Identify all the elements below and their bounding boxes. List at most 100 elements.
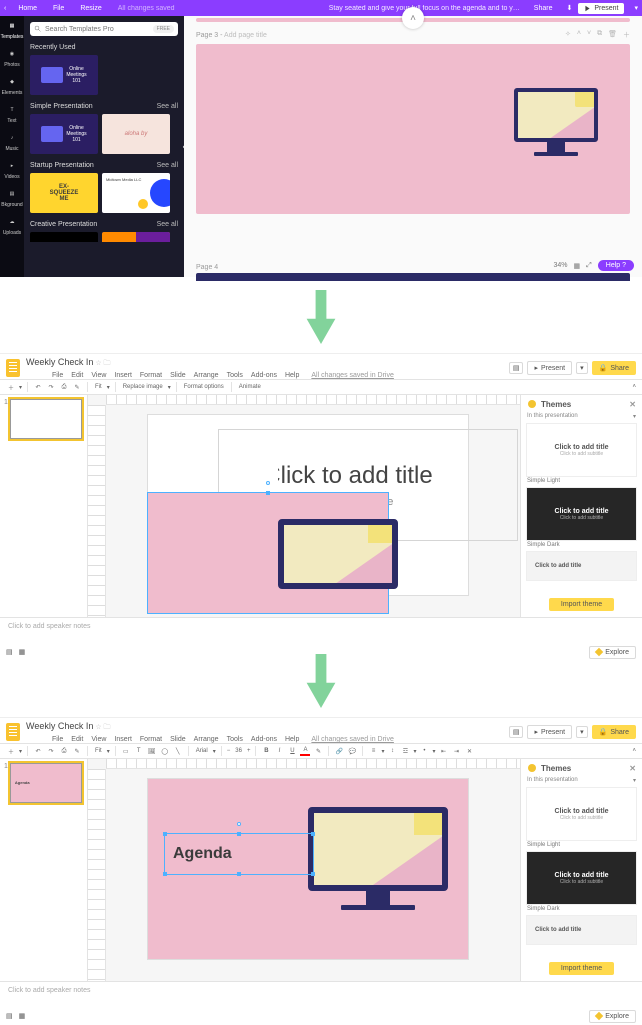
add-page-icon[interactable]: ＋ bbox=[623, 30, 630, 40]
nav-file[interactable]: File bbox=[53, 5, 64, 12]
theme-simple-dark[interactable]: Click to add titleClick to add subtitle bbox=[527, 488, 636, 540]
fullscreen-icon[interactable]: ⤢ bbox=[586, 262, 592, 270]
menu-insert[interactable]: Insert bbox=[114, 372, 132, 379]
new-slide-icon[interactable]: ＋ bbox=[6, 382, 16, 392]
template-squeeze[interactable]: EX- SQUEEZE ME bbox=[30, 173, 98, 213]
menu-tools[interactable]: Tools bbox=[227, 372, 243, 379]
view-filmstrip-icon[interactable]: ▤ bbox=[6, 648, 13, 656]
replace-image[interactable]: Replace image bbox=[121, 384, 165, 390]
menu-format[interactable]: Format bbox=[140, 736, 162, 743]
thumbnail-1[interactable] bbox=[10, 399, 82, 439]
rail-elements[interactable]: ◆Elements bbox=[2, 76, 23, 96]
slide-canvas[interactable]: Agenda bbox=[148, 779, 468, 959]
rail-text[interactable]: TText bbox=[6, 104, 18, 124]
star-icon[interactable]: ☆ bbox=[95, 360, 101, 367]
share-button[interactable]: 🔒 Share bbox=[592, 361, 636, 375]
slide-canvas[interactable]: Click to add title Click to add subtitle bbox=[148, 415, 468, 595]
shape-icon[interactable]: ◯ bbox=[160, 746, 170, 756]
thumbnail-1[interactable]: Agenda bbox=[10, 763, 82, 803]
rail-bkground[interactable]: ▤Bkground bbox=[1, 188, 22, 208]
font-size[interactable]: 36 bbox=[233, 748, 244, 754]
template-blush[interactable]: aloha by bbox=[102, 114, 170, 154]
dedent-icon[interactable]: ⇤ bbox=[439, 746, 449, 756]
see-all-simple[interactable]: See all bbox=[157, 103, 178, 110]
chevron-down-icon[interactable]: ▾ bbox=[633, 777, 636, 784]
see-all-creative[interactable]: See all bbox=[157, 221, 178, 228]
template-online-meetings[interactable]: Online Meetings 101 bbox=[30, 55, 98, 95]
menu-addons[interactable]: Add-ons bbox=[251, 372, 277, 379]
present-button[interactable]: ▸ Present bbox=[527, 725, 572, 739]
menu-slide[interactable]: Slide bbox=[170, 736, 186, 743]
share-button[interactable]: Share bbox=[526, 3, 561, 14]
rail-templates[interactable]: ▦Templates bbox=[1, 20, 24, 40]
print-icon[interactable]: ⎙ bbox=[59, 382, 69, 392]
toolbar-collapse-icon[interactable]: ˄ bbox=[632, 384, 636, 390]
menu-file[interactable]: File bbox=[52, 736, 63, 743]
clear-icon[interactable]: ✕ bbox=[465, 746, 475, 756]
underline-icon[interactable]: U bbox=[287, 746, 297, 756]
menu-edit[interactable]: Edit bbox=[71, 736, 83, 743]
comment-icon[interactable]: 💬 bbox=[347, 746, 357, 756]
paint-icon[interactable]: ✎ bbox=[72, 382, 82, 392]
format-options[interactable]: Format options bbox=[182, 384, 226, 390]
explore-button[interactable]: Explore bbox=[589, 646, 636, 659]
nav-home[interactable]: Home bbox=[18, 5, 37, 12]
back-button[interactable]: ‹ bbox=[0, 5, 10, 12]
theme-simple-light[interactable]: Click to add titleClick to add subtitle bbox=[527, 424, 636, 476]
rail-photos[interactable]: ◉Photos bbox=[4, 48, 20, 68]
import-theme-button[interactable]: Import theme bbox=[549, 962, 614, 975]
template-online-meetings-2[interactable]: Online Meetings 101 bbox=[30, 114, 98, 154]
print-icon[interactable]: ⎙ bbox=[59, 746, 69, 756]
search-input[interactable]: Search Templates Pro FREE bbox=[30, 22, 178, 36]
text-box-selected[interactable]: Agenda bbox=[164, 833, 314, 875]
close-icon[interactable]: ✕ bbox=[629, 400, 636, 409]
list-icon[interactable]: ☲ bbox=[400, 746, 410, 756]
rotate-handle[interactable] bbox=[237, 822, 241, 826]
explore-button[interactable]: Explore bbox=[589, 1010, 636, 1023]
menu-tools[interactable]: Tools bbox=[227, 736, 243, 743]
pasted-image[interactable] bbox=[148, 493, 388, 613]
star-icon[interactable]: ☆ bbox=[95, 724, 101, 731]
view-filmstrip-icon[interactable]: ▤ bbox=[6, 1012, 13, 1020]
resize-handle[interactable] bbox=[266, 491, 270, 495]
scroll-up-button[interactable]: ˄ bbox=[402, 7, 424, 29]
template-creative-2[interactable] bbox=[102, 232, 170, 242]
delete-icon[interactable]: 🗑 bbox=[608, 30, 617, 40]
slide-3[interactable] bbox=[196, 44, 630, 214]
menu-arrange[interactable]: Arrange bbox=[194, 736, 219, 743]
move-down-icon[interactable]: ˅ bbox=[587, 30, 591, 40]
template-creative-1[interactable] bbox=[30, 232, 98, 242]
rotate-handle[interactable] bbox=[266, 481, 270, 485]
paint-icon[interactable]: ✎ bbox=[72, 746, 82, 756]
stage[interactable]: Click to add title Click to add subtitle bbox=[88, 395, 520, 617]
duplicate-icon[interactable]: ⧉ bbox=[597, 30, 602, 40]
menu-insert[interactable]: Insert bbox=[114, 736, 132, 743]
chevron-down-icon[interactable]: ▾ bbox=[633, 413, 636, 420]
select-icon[interactable]: ▭ bbox=[121, 746, 131, 756]
menu-arrange[interactable]: Arrange bbox=[194, 372, 219, 379]
zoom-level[interactable]: 34% bbox=[554, 262, 568, 269]
template-midtown[interactable]: Midtown Media LLC bbox=[102, 173, 170, 213]
menu-file[interactable]: File bbox=[52, 372, 63, 379]
present-dropdown[interactable]: ▾ bbox=[576, 362, 588, 374]
zoom-fit[interactable]: Fit bbox=[93, 748, 104, 754]
view-grid-icon[interactable]: ▦ bbox=[19, 648, 26, 656]
menu-edit[interactable]: Edit bbox=[71, 372, 83, 379]
animate-icon[interactable]: ✧ bbox=[565, 30, 571, 40]
undo-icon[interactable]: ↶ bbox=[33, 746, 43, 756]
menu-addons[interactable]: Add-ons bbox=[251, 736, 277, 743]
see-all-startup[interactable]: See all bbox=[157, 162, 178, 169]
bold-icon[interactable]: B bbox=[261, 746, 271, 756]
present-button[interactable]: ▸ Present bbox=[527, 361, 572, 375]
theme-simple-light[interactable]: Click to add titleClick to add subtitle bbox=[527, 788, 636, 840]
folder-icon[interactable]: 🗀 bbox=[104, 360, 111, 367]
nav-resize[interactable]: Resize bbox=[80, 5, 101, 12]
speaker-notes[interactable]: Click to add speaker notes bbox=[0, 617, 642, 643]
text-color-icon[interactable]: A bbox=[300, 746, 310, 756]
close-icon[interactable]: ✕ bbox=[629, 764, 636, 773]
menu-help[interactable]: Help bbox=[285, 372, 299, 379]
view-grid-icon[interactable]: ▦ bbox=[19, 1012, 26, 1020]
download-icon[interactable]: ⬇ bbox=[566, 4, 572, 12]
line-icon[interactable]: ╲ bbox=[173, 746, 183, 756]
theme-three[interactable]: Click to add title bbox=[527, 552, 636, 580]
